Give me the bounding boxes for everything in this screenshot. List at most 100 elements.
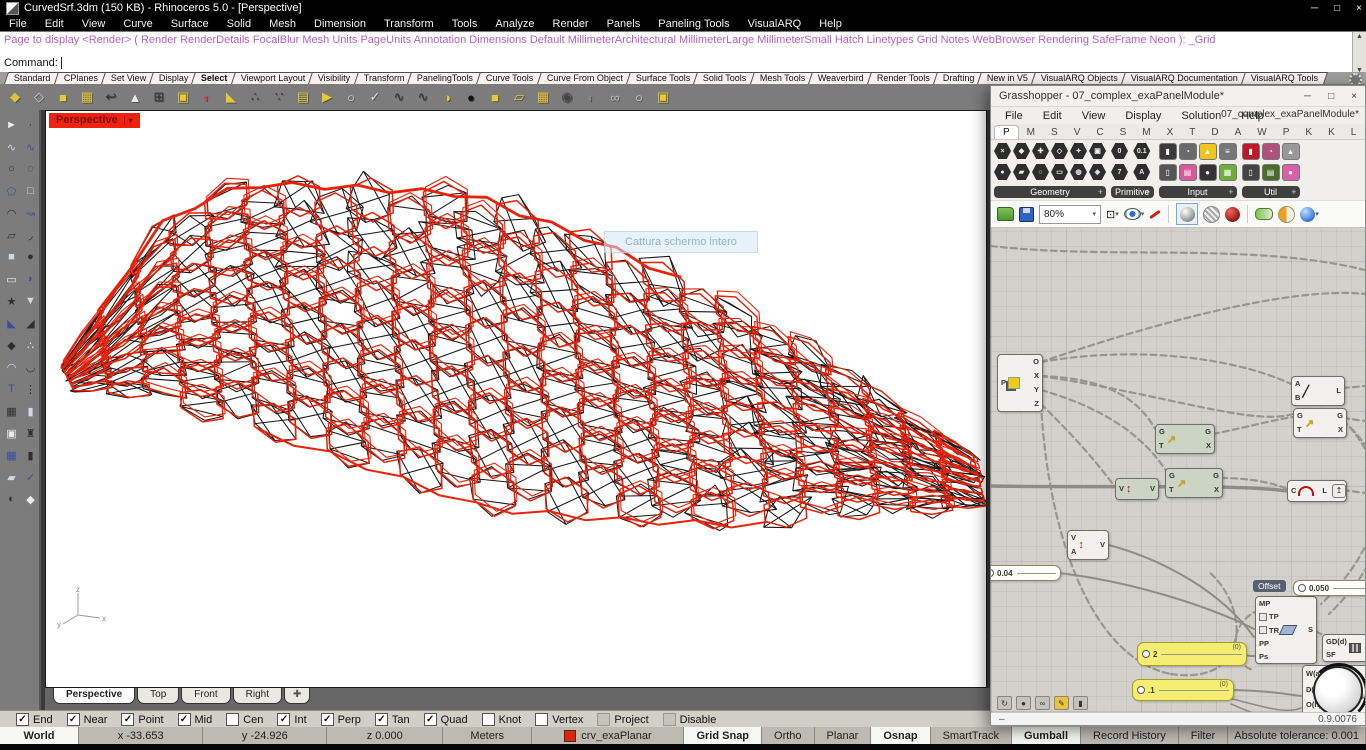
menu-item-tools[interactable]: Tools xyxy=(443,18,487,30)
toolbar-tab-visibility[interactable]: Visibility xyxy=(308,72,360,84)
input-component-icon[interactable]: ▦ xyxy=(1219,164,1237,181)
gh-node-move-c[interactable]: GT↗GX xyxy=(1293,408,1347,438)
extrude-curved-icon[interactable]: ◗ xyxy=(21,268,40,290)
graft-button[interactable]: ↥ xyxy=(1332,484,1346,498)
curve-handle-icon[interactable]: ↝ xyxy=(21,202,40,224)
maximize-icon[interactable]: □ xyxy=(1334,3,1340,14)
osnap-near-checkbox[interactable]: ✓ xyxy=(67,713,80,726)
input-port-V[interactable]: V xyxy=(1119,485,1124,493)
viewport-tab-right[interactable]: Right xyxy=(233,688,282,704)
arc-center-icon[interactable]: ◠ xyxy=(2,202,21,224)
toolbar-tab-render-tools[interactable]: Render Tools xyxy=(867,72,940,84)
toolbar-tab-mesh-tools[interactable]: Mesh Tools xyxy=(750,72,815,84)
gh-tab-3-v[interactable]: V xyxy=(1066,126,1089,139)
box-pair-icon[interactable]: ▤ xyxy=(292,87,314,108)
gh-menu-display[interactable]: Display xyxy=(1115,110,1171,122)
lightning-burst-icon[interactable]: ▼ xyxy=(21,290,40,312)
move-snap-icon[interactable]: ▦ xyxy=(2,400,21,422)
slider-grip[interactable] xyxy=(1137,686,1145,694)
flag-plane-icon[interactable]: ▶ xyxy=(316,87,338,108)
curve-blend-icon[interactable]: ◠ xyxy=(2,356,21,378)
color-wheel-icon[interactable]: ◐ xyxy=(196,87,218,108)
polygon-icon[interactable]: ⬠ xyxy=(2,180,21,202)
output-port-Z[interactable]: Z xyxy=(1034,400,1039,408)
geometry-component-icon[interactable]: ◇ xyxy=(1051,143,1068,159)
util-component-icon[interactable]: ▮ xyxy=(1242,143,1260,160)
input-port-P[interactable]: P xyxy=(1001,379,1006,387)
command-panel[interactable]: Page to display <Render> ( Render Render… xyxy=(0,31,1366,74)
magnifier-icon[interactable]: ○ xyxy=(628,87,650,108)
perspective-viewport[interactable]: Perspective ▾ Cattura schermo intero z x… xyxy=(45,110,987,688)
output-port-L[interactable]: L xyxy=(1322,487,1327,495)
gh-tab-11-w[interactable]: W xyxy=(1249,126,1274,139)
zoom-extents-icon[interactable]: ⊡▾ xyxy=(1106,208,1119,221)
port-toggle-icon[interactable] xyxy=(1259,613,1267,621)
ellipse-icon[interactable]: ◌ xyxy=(21,158,40,180)
gh-node-move-a[interactable]: GT↗GX xyxy=(1155,424,1215,454)
input-port-SF[interactable]: SF xyxy=(1326,651,1336,659)
toolbar-tab-curve-tools[interactable]: Curve Tools xyxy=(476,72,543,84)
input-port-T[interactable]: T xyxy=(1169,486,1174,494)
toolbar-tab-transform[interactable]: Transform xyxy=(354,72,415,84)
cplane-button[interactable]: World xyxy=(0,727,79,744)
menu-item-help[interactable]: Help xyxy=(810,18,851,30)
notes-icon[interactable]: ▣ xyxy=(652,87,674,108)
toolbar-tab-solid-tools[interactable]: Solid Tools xyxy=(693,72,756,84)
scroll-up-icon[interactable]: ▲ xyxy=(1356,33,1363,40)
gh-node-move-b[interactable]: GT↗GX xyxy=(1165,468,1223,498)
geometry-component-icon[interactable]: ▰ xyxy=(1013,164,1030,180)
palette-group-label[interactable]: Util+ xyxy=(1242,186,1300,198)
gh-node-arc[interactable]: CL↥ xyxy=(1287,480,1347,502)
new-viewport-tab-icon[interactable]: ✚ xyxy=(284,688,310,704)
surface-patch-icon[interactable]: ▣ xyxy=(2,422,21,444)
profiler-widget-icon[interactable]: ∞ xyxy=(1035,696,1050,710)
viewport-tab-top[interactable]: Top xyxy=(137,688,179,704)
input-port-T[interactable]: T xyxy=(1159,442,1164,450)
menu-item-paneling-tools[interactable]: Paneling Tools xyxy=(649,18,738,30)
gh-tab-7-x[interactable]: X xyxy=(1159,126,1182,139)
menu-item-mesh[interactable]: Mesh xyxy=(260,18,305,30)
menu-item-curve[interactable]: Curve xyxy=(114,18,161,30)
gh-node-unit-vector[interactable]: V↕V xyxy=(1115,478,1159,500)
menu-item-dimension[interactable]: Dimension xyxy=(305,18,375,30)
input-port-MP[interactable]: MP xyxy=(1259,600,1270,608)
osnap-quad[interactable]: ✓Quad xyxy=(424,713,468,726)
input-port-TP[interactable]: TP xyxy=(1259,613,1279,621)
preview-wireframe-icon[interactable] xyxy=(1203,206,1220,223)
geometry-component-icon[interactable]: ○ xyxy=(1032,164,1049,180)
gh-tab-15-l[interactable]: L xyxy=(1343,126,1365,139)
rectangle-icon[interactable]: □ xyxy=(21,180,40,202)
geometry-component-icon[interactable]: ◍ xyxy=(1070,164,1087,180)
gh-tab-10-a[interactable]: A xyxy=(1227,126,1250,139)
zoom-level-select[interactable]: 80%▾ xyxy=(1039,205,1101,224)
menu-item-file[interactable]: File xyxy=(0,18,36,30)
menu-item-solid[interactable]: Solid xyxy=(218,18,260,30)
osnap-project-checkbox[interactable] xyxy=(597,713,610,726)
box-yellow-icon[interactable]: ■ xyxy=(484,87,506,108)
input-component-icon[interactable]: ▤ xyxy=(1179,164,1197,181)
plane-gold-icon[interactable]: ◆ xyxy=(21,488,40,510)
osnap-quad-checkbox[interactable]: ✓ xyxy=(424,713,437,726)
osnap-int-checkbox[interactable]: ✓ xyxy=(277,713,290,726)
block-define-icon[interactable]: ▰ xyxy=(2,466,21,488)
toggle-osnap[interactable]: Osnap xyxy=(871,727,930,744)
distance-icon[interactable]: ⊞ xyxy=(148,87,170,108)
geometry-component-icon[interactable]: ▣ xyxy=(1089,143,1106,159)
grasshopper-canvas[interactable]: ↻●∞✎▮ POXYZGT↗GXGT↗GXV↕VVA↕VAB╱LGT↗GXCL↥… xyxy=(991,228,1365,712)
toolbar-tab-panelingtools[interactable]: PanelingTools xyxy=(407,72,483,84)
osnap-tan-checkbox[interactable]: ✓ xyxy=(375,713,388,726)
grid-plane-icon[interactable]: ▦ xyxy=(532,87,554,108)
toggle-ortho[interactable]: Ortho xyxy=(762,727,815,744)
gh-maximize-icon[interactable]: □ xyxy=(1328,91,1334,102)
port-toggle-icon[interactable] xyxy=(1259,626,1267,634)
output-port-V[interactable]: V xyxy=(1100,541,1105,549)
polyline-points-icon[interactable]: ∿ xyxy=(412,87,434,108)
marker-widget-icon[interactable]: ▮ xyxy=(1073,696,1088,710)
osnap-near[interactable]: ✓Near xyxy=(67,713,108,726)
gh-tab-4-c[interactable]: C xyxy=(1088,126,1111,139)
toggle-gumball[interactable]: Gumball xyxy=(1012,727,1081,744)
sketch-widget-icon[interactable]: ✎ xyxy=(1054,696,1069,710)
palette-group-label[interactable]: Geometry+ xyxy=(994,186,1106,198)
surface-curve-icon[interactable]: ◞ xyxy=(21,224,40,246)
grasshopper-window[interactable]: Grasshopper - 07_complex_exaPanelModule*… xyxy=(990,85,1366,726)
